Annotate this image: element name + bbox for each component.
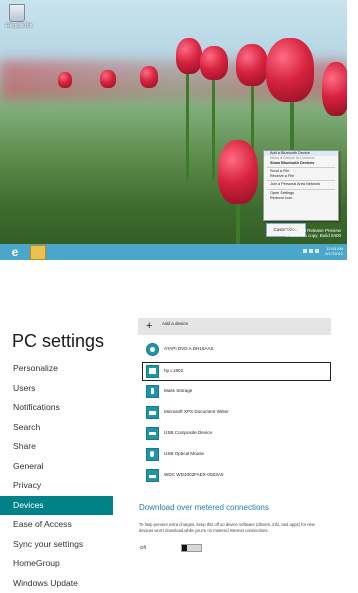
desktop-screenshot: Recycle Bin Add a Bluetooth Device Allow…: [0, 0, 347, 260]
add-device-label: Add a device: [162, 318, 188, 329]
nav-item-homegroup[interactable]: HomeGroup: [0, 554, 113, 574]
metered-download-toggle[interactable]: [181, 544, 202, 552]
nav-item-users[interactable]: Users: [0, 379, 113, 399]
flag-icon[interactable]: [303, 249, 307, 253]
nav-item-search[interactable]: Search: [0, 418, 113, 438]
nav-item-share[interactable]: Share: [0, 437, 113, 457]
taskbar: e 12:03 AM 6/17/2012: [0, 244, 347, 260]
menu-separator: [267, 180, 335, 181]
wallpaper-tulip: [236, 44, 268, 86]
toggle-state-label: Off: [140, 545, 146, 550]
mouse-icon: [146, 448, 159, 461]
wallpaper-tulip: [322, 62, 347, 116]
tray-icons: [303, 249, 319, 253]
wallpaper-tulip: [176, 38, 202, 74]
recycle-bin-shortcut[interactable]: Recycle Bin: [6, 4, 28, 32]
usb-device-icon: [146, 427, 159, 440]
watermark-line: Evaluation copy. Build 8400: [284, 233, 341, 238]
network-icon[interactable]: [309, 249, 313, 253]
page-title: PC settings: [12, 331, 104, 352]
wallpaper-stem: [212, 70, 215, 180]
wallpaper-tulip: [266, 38, 314, 102]
wallpaper-tulip: [200, 46, 228, 80]
device-name: Microsoft XPS Document Writer: [164, 404, 229, 419]
recycle-bin-label: Recycle Bin: [6, 23, 28, 29]
nav-item-windows-update[interactable]: Windows Update: [0, 574, 113, 593]
printer-icon: [146, 406, 159, 419]
device-item[interactable]: ATAPI DVD A DH16AAS: [143, 341, 331, 358]
device-item[interactable]: hp L1902: [142, 362, 331, 381]
nav-item-devices[interactable]: Devices: [0, 496, 113, 516]
nav-item-general[interactable]: General: [0, 457, 113, 477]
internet-explorer-icon[interactable]: e: [8, 245, 22, 259]
nav-item-notifications[interactable]: Notifications: [0, 398, 113, 418]
wallpaper-tulip: [100, 70, 116, 88]
device-item[interactable]: USB Composite Device: [143, 425, 331, 442]
device-name: USB Composite Device: [164, 425, 212, 440]
device-item[interactable]: Microsoft XPS Document Writer: [143, 404, 331, 421]
device-item[interactable]: WDC WD1002FAEX-00Z3A0: [143, 467, 331, 484]
pc-settings-sidebar: PC settings Personalize Users Notificati…: [0, 290, 113, 579]
device-name: USB Optical Mouse: [164, 446, 204, 461]
menu-separator: [267, 167, 335, 168]
clock[interactable]: 12:03 AM 6/17/2012: [325, 246, 343, 256]
volume-icon[interactable]: [315, 249, 319, 253]
add-device-button[interactable]: + Add a device: [138, 318, 331, 335]
context-menu-item[interactable]: Show Bluetooth Devices: [264, 161, 338, 166]
device-item[interactable]: Mass Storage: [143, 383, 331, 400]
nav-item-ease-of-access[interactable]: Ease of Access: [0, 515, 113, 535]
device-name: hp L1902: [164, 363, 183, 378]
metered-heading: Download over metered connections: [139, 503, 269, 512]
usb-storage-icon: [146, 385, 159, 398]
nav-item-privacy[interactable]: Privacy: [0, 476, 113, 496]
metered-description: To help prevent extra charges, keep this…: [139, 522, 317, 534]
clock-date: 6/17/2012: [325, 251, 343, 256]
nav-item-personalize[interactable]: Personalize: [0, 359, 113, 379]
settings-nav: Personalize Users Notifications Search S…: [0, 359, 113, 593]
monitor-icon: [146, 365, 159, 378]
file-explorer-icon[interactable]: [30, 245, 46, 260]
device-name: ATAPI DVD A DH16AAS: [164, 341, 214, 356]
build-watermark: Windows 8 Release Preview Evaluation cop…: [284, 228, 341, 238]
context-menu-item[interactable]: Remove Icon: [264, 196, 338, 201]
wallpaper-tulip: [58, 72, 72, 88]
nav-item-sync[interactable]: Sync your settings: [0, 535, 113, 555]
toggle-track: [187, 545, 201, 551]
wallpaper-tulip: [140, 66, 158, 88]
device-item[interactable]: USB Optical Mouse: [143, 446, 331, 463]
plus-icon: +: [146, 318, 152, 335]
context-menu-item[interactable]: Receive a File: [264, 174, 338, 179]
wallpaper-tulip: [218, 140, 258, 204]
wallpaper-stem: [186, 60, 189, 180]
menu-separator: [267, 189, 335, 190]
disc-drive-icon: [146, 343, 159, 356]
bluetooth-context-menu: Add a Bluetooth Device Allow a Device to…: [263, 150, 339, 221]
device-name: Mass Storage: [164, 383, 192, 398]
device-name: WDC WD1002FAEX-00Z3A0: [164, 467, 223, 482]
context-menu-item[interactable]: Join a Personal Area Network: [264, 182, 338, 187]
hard-drive-icon: [146, 469, 159, 482]
recycle-bin-icon: [9, 4, 25, 22]
